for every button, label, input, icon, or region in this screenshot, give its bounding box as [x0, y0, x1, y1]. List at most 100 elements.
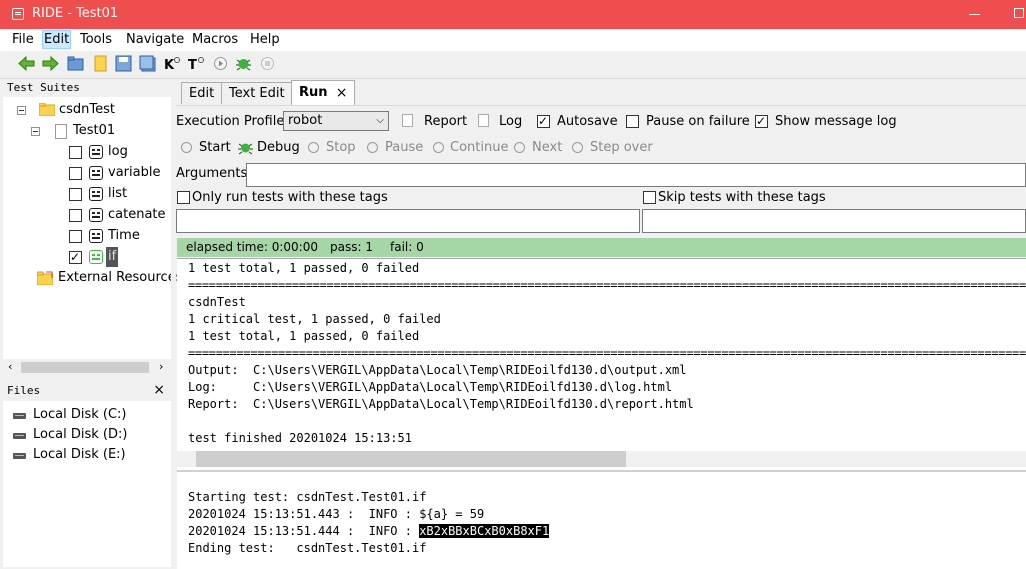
- disk-drive-icon: [13, 433, 26, 439]
- keyword-checkbox-log[interactable]: [69, 146, 82, 159]
- tree-keyword-time[interactable]: Time: [108, 226, 140, 246]
- arguments-input[interactable]: [246, 163, 1026, 187]
- tab-close-icon[interactable]: ×: [336, 81, 348, 105]
- log-icon: [478, 114, 489, 127]
- test-suites-tree: csdnTest Test01 log variable list catena…: [3, 97, 182, 359]
- new-file-icon[interactable]: [92, 55, 109, 72]
- menu-file[interactable]: File: [10, 32, 36, 47]
- menu-edit[interactable]: Edit: [42, 30, 72, 49]
- tab-run-label: Run: [299, 85, 328, 100]
- tab-edit[interactable]: Edit: [181, 82, 223, 104]
- console-line: ========================================…: [188, 346, 1026, 360]
- keyword-checkbox-if[interactable]: [69, 248, 82, 266]
- keyword-icon: [89, 166, 103, 180]
- console-output[interactable]: 1 test total, 1 passed, 0 failed =======…: [177, 258, 1026, 470]
- tab-text-edit[interactable]: Text Edit: [221, 82, 293, 104]
- menu-navigate[interactable]: Navigate: [124, 32, 186, 47]
- files-close-icon[interactable]: ×: [153, 381, 165, 399]
- tab-run[interactable]: Run ×: [291, 80, 355, 105]
- console-line: test finished 20201024 15:13:51: [188, 431, 412, 445]
- keyword-search-icon[interactable]: K: [163, 55, 180, 72]
- scroll-thumb[interactable]: [21, 362, 149, 373]
- menu-help[interactable]: Help: [248, 32, 282, 47]
- app-icon: [12, 8, 24, 20]
- keyword-checkbox-catenate[interactable]: [69, 209, 82, 222]
- tree-keyword-list[interactable]: list: [108, 184, 127, 204]
- step-over-icon: [572, 142, 583, 153]
- console-horizontal-scrollbar[interactable]: [177, 451, 1026, 467]
- autosave-checkbox[interactable]: [537, 112, 550, 130]
- open-folder-icon[interactable]: [67, 55, 84, 72]
- minimize-button[interactable]: [969, 14, 980, 15]
- menu-tools[interactable]: Tools: [78, 32, 114, 47]
- scroll-right-icon[interactable]: ›: [159, 360, 163, 373]
- files-panel-title: Files ×: [3, 381, 171, 401]
- continue-icon: [433, 142, 444, 153]
- next-icon: [514, 142, 525, 153]
- execution-profile-select[interactable]: robot ⌵: [283, 111, 389, 131]
- step-over-label: Step over: [590, 140, 653, 155]
- menu-macros[interactable]: Macros: [190, 32, 240, 47]
- disk-drive-icon: [13, 413, 26, 419]
- pass-count: pass: 1: [330, 240, 373, 254]
- start-icon: [181, 142, 192, 153]
- next-label: Next: [532, 140, 563, 155]
- debug-bug-icon: [238, 143, 253, 155]
- pause-on-failure-label: Pause on failure: [646, 114, 750, 129]
- console-line: 1 test total, 1 passed, 0 failed: [188, 261, 420, 275]
- scroll-thumb[interactable]: [196, 451, 626, 467]
- keyword-icon: [89, 208, 103, 222]
- back-arrow-icon[interactable]: [18, 55, 35, 72]
- console-line: 1 critical test, 1 passed, 0 failed: [188, 312, 441, 326]
- tree-horizontal-scrollbar[interactable]: ‹ ›: [3, 359, 171, 376]
- report-icon: [402, 114, 413, 127]
- keyword-checkbox-list[interactable]: [69, 188, 82, 201]
- save-icon[interactable]: [115, 55, 132, 72]
- tree-keyword-catenate[interactable]: catenate: [108, 205, 166, 225]
- suite-collapse-icon[interactable]: [17, 106, 26, 115]
- keyword-icon: [89, 187, 103, 201]
- keyword-checkbox-variable[interactable]: [69, 167, 82, 180]
- tree-keyword-if[interactable]: if: [106, 247, 119, 267]
- stop-icon[interactable]: [259, 55, 276, 72]
- arguments-label: Arguments:: [176, 166, 252, 181]
- log-line: Starting test: csdnTest.Test01.if: [188, 490, 427, 504]
- panel-splitter[interactable]: [171, 79, 176, 567]
- file-icon: [55, 124, 67, 139]
- skip-tags-checkbox[interactable]: [643, 191, 656, 204]
- log-line-prefix: 20201024 15:13:51.444 : INFO :: [188, 524, 420, 538]
- maximize-button[interactable]: [1014, 8, 1024, 18]
- continue-label: Continue: [450, 140, 509, 155]
- execution-profile-value: robot: [288, 113, 323, 128]
- toolbar: K T: [0, 51, 1026, 79]
- debug-bug-icon[interactable]: [235, 55, 252, 72]
- exclude-tags-input[interactable]: [642, 209, 1026, 233]
- keyword-checkbox-time[interactable]: [69, 230, 82, 243]
- files-title: Files: [7, 384, 41, 397]
- pause-on-failure-checkbox[interactable]: [626, 115, 639, 128]
- tag-search-icon[interactable]: T: [187, 55, 204, 72]
- drive-label: Local Disk (E:): [33, 447, 126, 462]
- forward-arrow-icon[interactable]: [42, 55, 59, 72]
- files-panel: Local Disk (C:) Local Disk (D:) Local Di…: [3, 401, 171, 567]
- console-line: 1 test total, 1 passed, 0 failed: [188, 329, 420, 343]
- menu-bar: File Edit Tools Navigate Macros Help: [0, 29, 1026, 51]
- tree-keyword-variable[interactable]: variable: [108, 163, 160, 183]
- log-button[interactable]: Log: [499, 114, 522, 129]
- save-all-icon[interactable]: [139, 55, 156, 72]
- svg-text:T: T: [188, 58, 197, 72]
- report-button[interactable]: Report: [424, 114, 467, 129]
- keyword-pass-icon: [89, 250, 103, 264]
- test-collapse-icon[interactable]: [31, 127, 40, 136]
- test-label: Test01: [73, 123, 116, 138]
- skip-tags-label: Skip tests with these tags: [658, 190, 826, 205]
- run-icon[interactable]: [212, 55, 229, 72]
- tree-keyword-log[interactable]: log: [108, 142, 128, 162]
- scroll-left-icon[interactable]: ‹: [8, 360, 12, 373]
- only-run-tags-checkbox[interactable]: [177, 191, 190, 204]
- show-message-log-checkbox[interactable]: [755, 112, 768, 130]
- include-tags-input[interactable]: [176, 209, 640, 233]
- title-bar: RIDE - Test01: [0, 0, 1026, 29]
- message-log[interactable]: Starting test: csdnTest.Test01.if 202010…: [177, 470, 1026, 569]
- elapsed-time: elapsed time: 0:00:00: [186, 240, 318, 254]
